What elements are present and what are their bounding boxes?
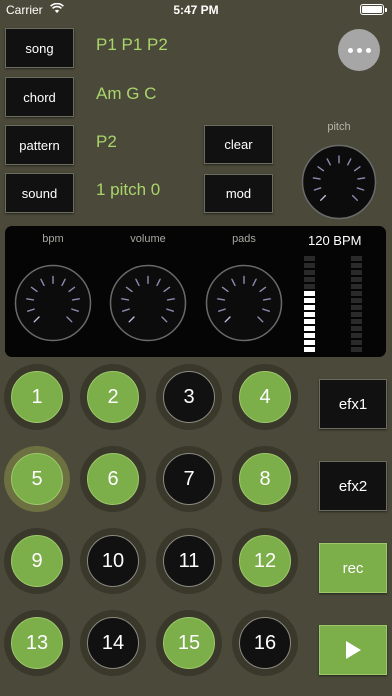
sound-value: 1 pitch 0 [96,180,161,199]
pad-button-6[interactable]: 6 [87,453,139,505]
meter-segment [304,340,315,345]
pad-ring: 5 [4,446,70,512]
volume-label: volume [130,233,166,245]
pad-ring: 16 [232,610,298,676]
meter-segment [304,284,315,289]
pad-ring: 15 [156,610,222,676]
meter-segment [304,263,315,268]
efx2-button[interactable]: efx2 [319,461,387,511]
pad-ring: 12 [232,528,298,594]
song-value: P1 P1 P2 [96,35,168,54]
meter-segment [351,263,362,268]
meter-segment [351,305,362,310]
bpm-label: bpm [42,233,64,245]
meter-segment [304,312,315,317]
pad-button-4[interactable]: 4 [239,371,291,423]
pads-label: pads [232,233,256,245]
meter-segment [304,270,315,275]
play-button[interactable] [319,625,387,675]
more-dot-icon [356,47,362,53]
clock: 5:47 PM [173,3,219,17]
meter-segment [304,256,315,261]
meter-segment [351,284,362,289]
more-options-button[interactable] [338,29,380,71]
chord-value: Am G C [96,84,157,103]
pitch-label: pitch [327,121,351,133]
meter-segment [304,291,315,296]
bpm-knob[interactable] [14,264,92,342]
pad-button-12[interactable]: 12 [239,535,291,587]
battery-icon [360,4,384,15]
meter-segment [351,277,362,282]
meter-segment [304,305,315,310]
pad-button-11[interactable]: 11 [163,535,215,587]
meter-segment [304,319,315,324]
meter-segment [351,347,362,352]
pad-ring: 10 [80,528,146,594]
pad-button-5[interactable]: 5 [11,453,63,505]
clear-button[interactable]: clear [204,125,273,164]
pad-button-15[interactable]: 15 [163,617,215,669]
bpm-readout: 120 BPM [308,233,362,248]
status-bar: Carrier 5:47 PM [0,0,392,20]
pad-button-14[interactable]: 14 [87,617,139,669]
pad-button-2[interactable]: 2 [87,371,139,423]
meter-segment [351,291,362,296]
meter-segment [351,256,362,261]
pitch-knob[interactable] [301,144,377,220]
battery-tip [385,8,387,12]
pad-button-1[interactable]: 1 [11,371,63,423]
pad-ring: 9 [4,528,70,594]
pad-ring: 1 [4,364,70,430]
rec-button[interactable]: rec [319,543,387,593]
meter-segment [351,326,362,331]
chord-button[interactable]: chord [5,77,74,117]
mod-button[interactable]: mod [204,174,273,213]
meter-segment [304,277,315,282]
pad-button-9[interactable]: 9 [11,535,63,587]
pad-ring: 14 [80,610,146,676]
meter-segment [351,298,362,303]
pad-ring: 7 [156,446,222,512]
pad-ring: 13 [4,610,70,676]
pad-button-7[interactable]: 7 [163,453,215,505]
pad-ring: 6 [80,446,146,512]
pad-ring: 3 [156,364,222,430]
meter-segment [351,312,362,317]
pads-knob[interactable] [205,264,283,342]
meter-segment [351,340,362,345]
meter-segment [304,347,315,352]
sound-button[interactable]: sound [5,173,74,213]
song-button[interactable]: song [5,28,74,68]
more-dot-icon [365,47,371,53]
pattern-value: P2 [96,132,117,151]
play-icon [346,641,361,659]
more-dot-icon [347,47,353,53]
meter-segment [351,270,362,275]
pad-button-3[interactable]: 3 [163,371,215,423]
pad-button-16[interactable]: 16 [239,617,291,669]
meter-segment [351,333,362,338]
pad-button-8[interactable]: 8 [239,453,291,505]
pad-ring: 11 [156,528,222,594]
pad-ring: 8 [232,446,298,512]
meter-segment [304,333,315,338]
volume-knob[interactable] [109,264,187,342]
pad-button-13[interactable]: 13 [11,617,63,669]
efx1-button[interactable]: efx1 [319,379,387,429]
pad-ring: 2 [80,364,146,430]
pad-ring: 4 [232,364,298,430]
pattern-button[interactable]: pattern [5,125,74,165]
meter-segment [304,326,315,331]
pad-button-10[interactable]: 10 [87,535,139,587]
meter-segment [304,298,315,303]
meter-segment [351,319,362,324]
